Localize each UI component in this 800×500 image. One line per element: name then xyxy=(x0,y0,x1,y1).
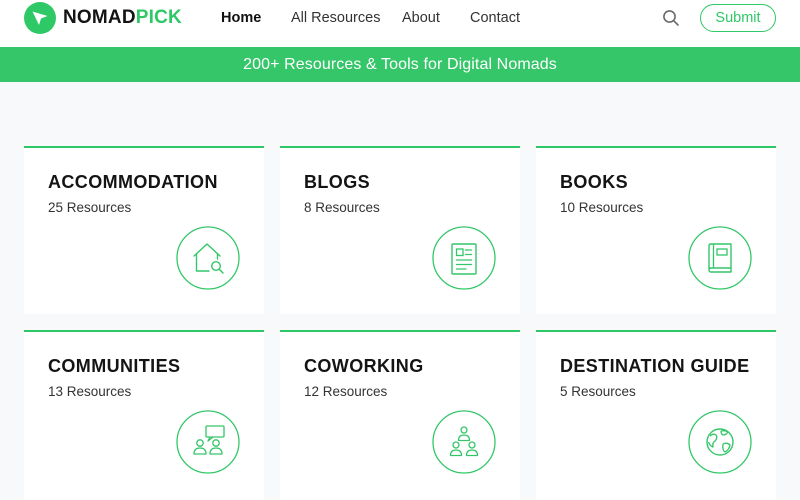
category-card-blogs[interactable]: BLOGS 8 Resources xyxy=(280,146,520,314)
category-card-books[interactable]: BOOKS 10 Resources xyxy=(536,146,776,314)
nav-contact[interactable]: Contact xyxy=(470,0,520,36)
card-title: DESTINATION GUIDE xyxy=(560,356,750,376)
logo-arrow-icon xyxy=(24,2,56,34)
nav-about[interactable]: About xyxy=(402,0,440,36)
site-header: NOMADPICK Home All Resources About Conta… xyxy=(0,0,800,47)
card-count: 25 Resources xyxy=(48,200,132,215)
category-card-communities[interactable]: COMMUNITIES 13 Resources xyxy=(24,330,264,500)
card-title: BLOGS xyxy=(304,172,371,192)
submit-button[interactable]: Submit xyxy=(700,4,776,32)
logo[interactable]: NOMADPICK xyxy=(24,2,182,34)
category-card-destination-guide[interactable]: DESTINATION GUIDE 5 Resources xyxy=(536,330,776,500)
globe-icon xyxy=(688,410,752,474)
book-icon xyxy=(688,226,752,290)
nav-home[interactable]: Home xyxy=(221,0,261,36)
card-title: ACCOMMODATION xyxy=(48,172,218,192)
card-count: 10 Resources xyxy=(560,200,644,215)
card-title: BOOKS xyxy=(560,172,629,192)
search-icon[interactable] xyxy=(662,9,680,27)
logo-text: NOMADPICK xyxy=(63,7,182,28)
people-chat-icon xyxy=(176,410,240,474)
house-search-icon xyxy=(176,226,240,290)
nav-all-resources[interactable]: All Resources xyxy=(291,0,380,36)
team-icon xyxy=(432,410,496,474)
card-title: COMMUNITIES xyxy=(48,356,181,376)
card-title: COWORKING xyxy=(304,356,424,376)
category-card-coworking[interactable]: COWORKING 12 Resources xyxy=(280,330,520,500)
category-card-accommodation[interactable]: ACCOMMODATION 25 Resources xyxy=(24,146,264,314)
card-count: 8 Resources xyxy=(304,200,380,215)
card-count: 5 Resources xyxy=(560,384,636,399)
card-count: 13 Resources xyxy=(48,384,132,399)
article-icon xyxy=(432,226,496,290)
card-count: 12 Resources xyxy=(304,384,388,399)
tagline-banner: 200+ Resources & Tools for Digital Nomad… xyxy=(0,47,800,82)
